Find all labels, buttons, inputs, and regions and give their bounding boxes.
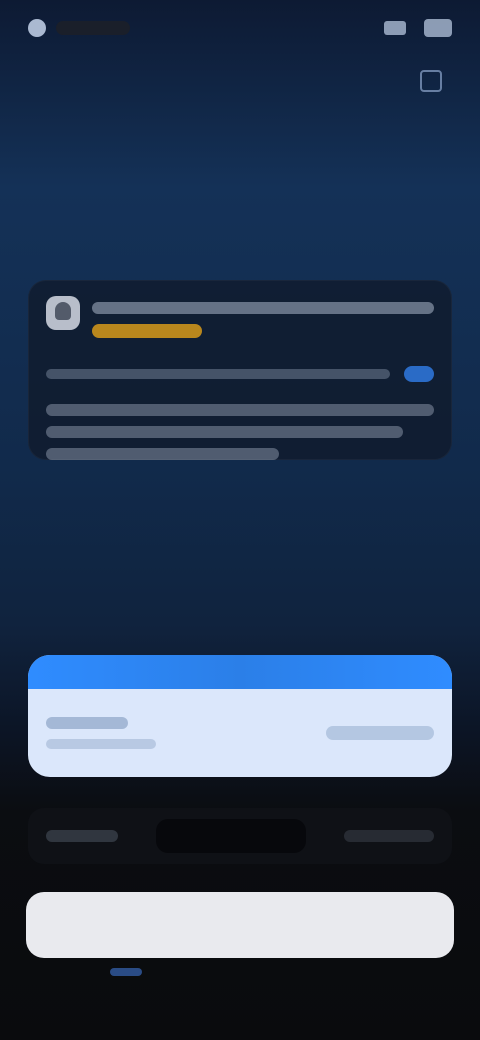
bottom-panel-left <box>46 717 156 749</box>
bottom-panel-right <box>326 726 434 740</box>
meta-line <box>46 369 390 379</box>
notice-card <box>28 280 452 460</box>
mid-row-left <box>46 830 118 842</box>
signal-icon <box>384 21 406 35</box>
alert-text <box>92 296 434 338</box>
mid-row-right <box>344 830 434 842</box>
status-left <box>28 19 130 37</box>
status-pill <box>56 21 130 35</box>
paragraph-line <box>46 426 403 438</box>
notice-paragraph <box>46 404 434 460</box>
bottom-panel-line <box>46 739 156 749</box>
mid-row-center[interactable] <box>156 819 306 853</box>
info-chip[interactable] <box>404 366 434 382</box>
bottom-panel[interactable] <box>28 655 452 777</box>
alert-highlight <box>92 324 202 338</box>
bottom-panel-body <box>28 689 452 777</box>
meta-row <box>46 366 434 382</box>
primary-cta-button[interactable] <box>26 892 454 958</box>
status-right <box>384 19 452 37</box>
status-dot <box>28 19 46 37</box>
bottom-panel-line <box>46 717 128 729</box>
alert-row <box>46 296 434 338</box>
home-indicator <box>110 968 142 976</box>
battery-icon <box>424 19 452 37</box>
paragraph-line <box>46 404 434 416</box>
paragraph-line <box>46 448 279 460</box>
alert-line <box>92 302 434 314</box>
bottom-safe-area <box>0 978 480 1040</box>
bottom-panel-header <box>28 655 452 689</box>
mid-row <box>28 808 452 864</box>
close-icon[interactable] <box>420 70 442 92</box>
bell-icon <box>46 296 80 330</box>
status-bar <box>0 0 480 56</box>
